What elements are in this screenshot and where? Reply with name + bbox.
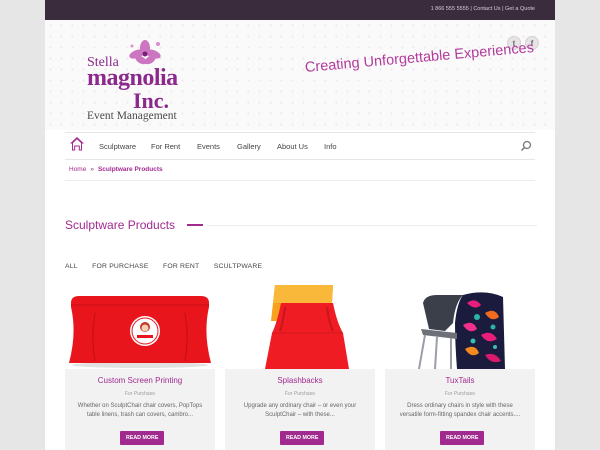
product-card-body: Splashbacks For Purchase Upgrade any ord… xyxy=(225,369,375,450)
search-icon[interactable] xyxy=(520,140,532,152)
product-card: Splashbacks For Purchase Upgrade any ord… xyxy=(225,283,375,450)
title-accent-bar xyxy=(187,224,203,226)
product-description-line: versatile form-fitting spandex chair acc… xyxy=(399,412,521,418)
product-title[interactable]: Splashbacks xyxy=(225,376,375,385)
page: 1 866 555 5555 | Contact Us | Get a Quot… xyxy=(45,0,555,450)
get-a-quote-link[interactable]: Get a Quote xyxy=(505,6,535,12)
product-card: TuxTails For Purchase Dress ordinary cha… xyxy=(385,283,535,450)
nav-divider xyxy=(65,159,535,160)
nav-item-gallery[interactable]: Gallery xyxy=(237,142,261,151)
product-description-line: Upgrade any ordinary chair – or even you… xyxy=(243,403,357,409)
product-category: For Purchase xyxy=(284,391,315,397)
product-description-line: Dress ordinary chairs in style with thes… xyxy=(407,403,513,409)
product-description-line: Whether on SculptChair chair covers, Pop… xyxy=(77,403,203,409)
portfolio-filters: ALL FOR PURCHASE FOR RENT SCULTPWARE xyxy=(65,255,272,273)
product-title[interactable]: Custom Screen Printing xyxy=(65,376,215,385)
logo-text-event-management: Event Management xyxy=(87,110,177,122)
top-bar: 1 866 555 5555 | Contact Us | Get a Quot… xyxy=(45,0,555,20)
product-description: Whether on SculptChair chair covers, Pop… xyxy=(71,402,209,420)
product-card-body: TuxTails For Purchase Dress ordinary cha… xyxy=(385,369,535,450)
phone-number: 1 866 555 5555 xyxy=(430,6,469,12)
product-category: For Purchase xyxy=(444,391,475,397)
nav-item-events[interactable]: Events xyxy=(197,142,220,151)
filter-all[interactable]: ALL xyxy=(65,263,78,270)
nav-item-about-us[interactable]: About Us xyxy=(277,142,308,151)
breadcrumb-separator: » xyxy=(90,166,94,173)
main-nav: Sculptware For Rent Events Gallery About… xyxy=(65,135,535,159)
title-rule xyxy=(207,225,537,226)
filter-for-rent[interactable]: FOR RENT xyxy=(163,263,199,270)
filter-for-purchase[interactable]: FOR PURCHASE xyxy=(92,263,148,270)
product-title[interactable]: TuxTails xyxy=(385,376,535,385)
nav-item-info[interactable]: Info xyxy=(324,142,337,151)
product-description: Upgrade any ordinary chair – or even you… xyxy=(231,402,369,420)
breadcrumb-current: Sculptware Products xyxy=(97,166,163,173)
nav-divider xyxy=(65,132,535,133)
product-category: For Purchase xyxy=(124,391,155,397)
product-image-tuxtails[interactable] xyxy=(385,283,535,369)
breadcrumb: Home » Sculptware Products xyxy=(69,166,163,173)
site-logo[interactable]: Stella magnolia Inc. Event Management xyxy=(85,40,195,130)
product-image-custom-screen-printing[interactable] xyxy=(65,283,215,369)
top-bar-links: 1 866 555 5555 | Contact Us | Get a Quot… xyxy=(431,6,535,12)
product-image-splashbacks[interactable] xyxy=(225,283,375,369)
product-description: Dress ordinary chairs in style with thes… xyxy=(391,402,529,420)
product-card-body: Custom Screen Printing For Purchase Whet… xyxy=(65,369,215,450)
read-more-button[interactable]: READ MORE xyxy=(440,431,485,445)
breadcrumb-home-link[interactable]: Home xyxy=(69,166,86,173)
filter-sculptware[interactable]: SCULTPWARE xyxy=(214,263,262,270)
read-more-button[interactable]: READ MORE xyxy=(120,431,165,445)
contact-us-link[interactable]: Contact Us xyxy=(473,6,500,12)
product-card: Custom Screen Printing For Purchase Whet… xyxy=(65,283,215,450)
home-icon[interactable] xyxy=(69,136,85,152)
nav-item-for-rent[interactable]: For Rent xyxy=(151,142,180,151)
nav-item-sculptware[interactable]: Sculptware xyxy=(99,142,136,151)
read-more-button[interactable]: READ MORE xyxy=(280,431,325,445)
product-description-line: table linens, trash can covers, cambro..… xyxy=(86,412,194,418)
breadcrumb-divider xyxy=(65,180,535,181)
product-description-line: SculptChair – with these... xyxy=(265,412,335,418)
page-title: Sculptware Products xyxy=(65,218,176,232)
